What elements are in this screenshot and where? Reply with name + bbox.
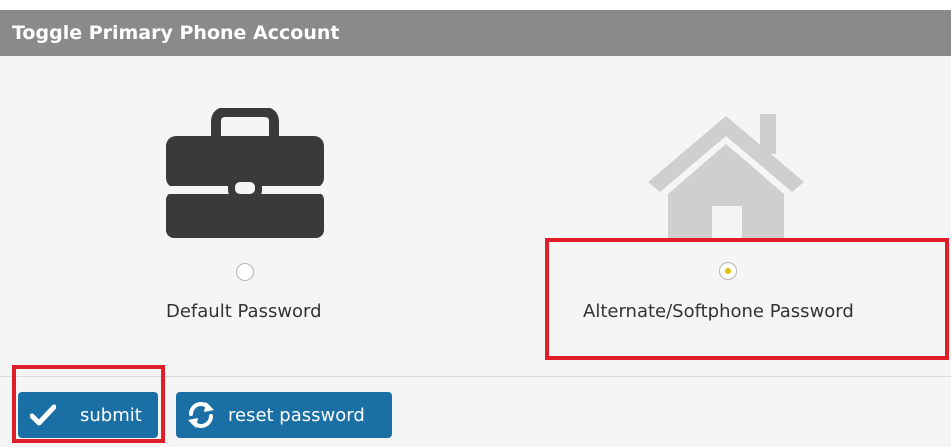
reset-password-button-label: reset password (228, 404, 365, 426)
top-strip (0, 0, 951, 10)
default-password-radio[interactable] (236, 263, 254, 281)
default-password-label: Default Password (166, 301, 322, 322)
refresh-icon (186, 400, 216, 430)
panel-header: Toggle Primary Phone Account (0, 10, 951, 56)
toggle-primary-phone-panel: Toggle Primary Phone Account Default Pas… (0, 0, 951, 447)
alternate-option-highlight-box (545, 238, 949, 360)
reset-password-button[interactable]: reset password (176, 392, 392, 438)
briefcase-icon (164, 108, 326, 238)
submit-highlight-box (12, 365, 165, 443)
home-icon (648, 114, 804, 240)
